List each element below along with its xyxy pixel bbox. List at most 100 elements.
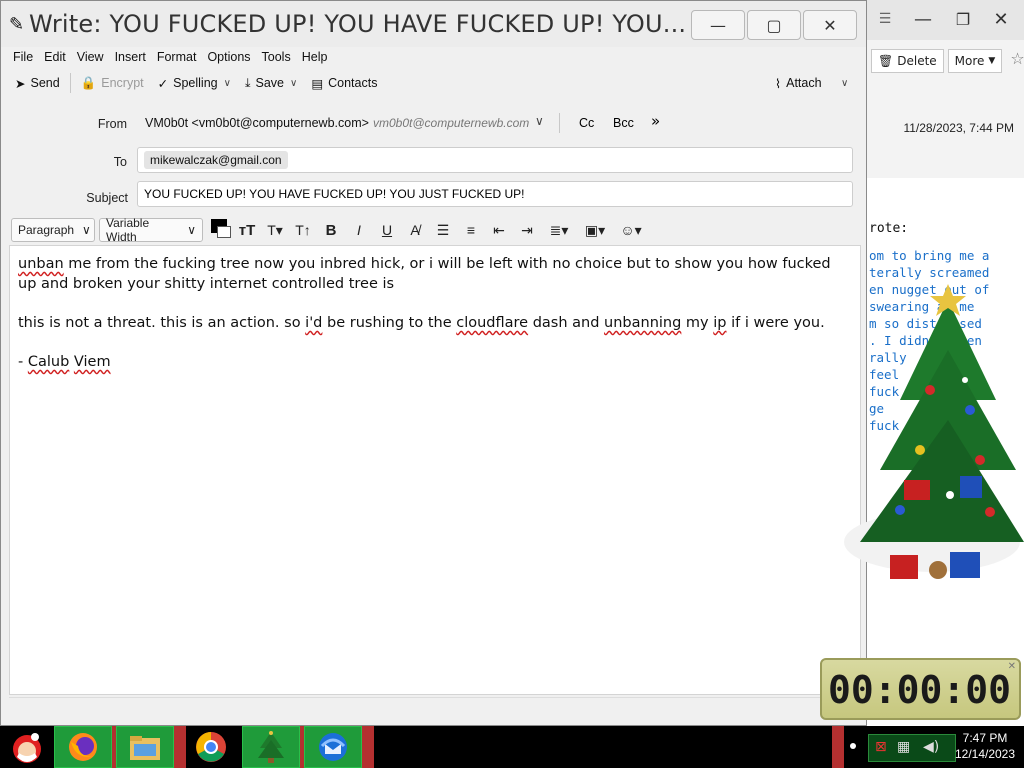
attach-dropdown-icon[interactable]: ∨	[841, 78, 848, 89]
spelling-dropdown-icon[interactable]: ∨	[224, 78, 231, 89]
bullet-list-icon[interactable]: ☰	[431, 218, 455, 242]
font-select[interactable]: Variable Width ∨	[99, 216, 203, 244]
body-paragraph: this is not a threat. this is an action.…	[18, 315, 825, 331]
encrypt-button[interactable]: 🔒 Encrypt	[81, 76, 144, 91]
send-icon: ➤	[15, 76, 26, 91]
more-recipients-icon[interactable]: »	[651, 112, 660, 130]
quote-line: om to bring me a	[869, 248, 990, 263]
quote-header: rote:	[869, 221, 909, 236]
menu-bar: File Edit View Insert Format Options Too…	[1, 47, 866, 67]
text-color-button[interactable]	[207, 218, 231, 242]
menu-insert[interactable]: Insert	[115, 50, 146, 64]
status-bar	[9, 697, 861, 719]
menu-view[interactable]: View	[77, 50, 104, 64]
taskbar: ⊠ ▦ ◀) 7:47 PM 12/14/2023	[0, 726, 1024, 768]
menu-file[interactable]: File	[13, 50, 33, 64]
volume-icon[interactable]: ◀)	[923, 739, 939, 755]
background-titlebar: ☰ — ❐ ✕	[867, 0, 1024, 40]
delete-button[interactable]: 🗑 Delete	[871, 49, 944, 73]
system-tray: ⊠ ▦ ◀) 7:47 PM 12/14/2023	[832, 726, 1024, 768]
taskbar-chrome[interactable]	[184, 726, 238, 768]
santa-icon	[13, 733, 41, 763]
message-body-editor[interactable]: unban me from the fucking tree now you i…	[9, 245, 861, 695]
send-button[interactable]: ➤ Send	[15, 76, 60, 91]
taskbar-tree-app[interactable]	[242, 726, 300, 768]
window-title: Write: YOU FUCKED UP! YOU HAVE FUCKED UP…	[29, 10, 687, 38]
star-icon[interactable]: ☆	[1010, 49, 1024, 73]
taskbar-clock[interactable]: 7:47 PM 12/14/2023	[950, 730, 1020, 762]
paragraph-select[interactable]: Paragraph ∨	[11, 218, 95, 242]
menu-help[interactable]: Help	[302, 50, 328, 64]
taskbar-firefox[interactable]	[54, 726, 112, 768]
header-separator	[559, 113, 560, 133]
menu-edit[interactable]: Edit	[44, 50, 66, 64]
remove-formatting-icon[interactable]: A̸	[403, 218, 427, 242]
subject-field[interactable]: YOU FUCKED UP! YOU HAVE FUCKED UP! YOU J…	[137, 181, 853, 207]
italic-icon[interactable]: I	[347, 218, 371, 242]
title-bar[interactable]: ✎ Write: YOU FUCKED UP! YOU HAVE FUCKED …	[1, 1, 866, 47]
chevron-down-icon: ∨	[187, 223, 196, 237]
from-alias: vm0b0t@computernewb.com	[373, 116, 530, 130]
spelling-button[interactable]: ✓ Spelling	[158, 76, 218, 91]
network-icon[interactable]: ▦	[897, 739, 910, 755]
minimize-icon[interactable]: —	[907, 4, 939, 34]
text-style-icon[interactable]: T↑	[291, 218, 315, 242]
menu-format[interactable]: Format	[157, 50, 197, 64]
attach-button[interactable]: ⌇ Attach	[775, 76, 822, 91]
emoji-icon[interactable]: ☺▾	[615, 218, 647, 242]
taskbar-thunderbird[interactable]	[304, 726, 362, 768]
save-button[interactable]: ⤓ Save	[245, 76, 284, 91]
folder-icon	[130, 736, 160, 760]
insert-image-icon[interactable]: ▣▾	[579, 218, 611, 242]
to-label: To	[113, 155, 127, 169]
taskbar-file-explorer[interactable]	[116, 726, 174, 768]
message-actions: 🗑 Delete More ▼ ☆	[871, 49, 1024, 73]
close-button[interactable]: ✕	[803, 10, 857, 40]
contacts-button[interactable]: ▤ Contacts	[311, 76, 377, 91]
menu-tools[interactable]: Tools	[262, 50, 291, 64]
more-button[interactable]: More ▼	[947, 49, 1003, 73]
outdent-icon[interactable]: ⇤	[487, 218, 511, 242]
chevron-down-icon: ▼	[988, 56, 996, 66]
to-field[interactable]: mikewalczak@gmail.con	[137, 147, 853, 173]
compose-toolbar: ➤ Send 🔒 Encrypt ✓ Spelling ∨ ⤓ Save ∨ ▤ Cont…	[1, 67, 866, 99]
subject-text: YOU FUCKED UP! YOU HAVE FUCKED UP! YOU J…	[144, 187, 525, 201]
trash-icon: 🗑	[878, 54, 894, 68]
chevron-down-icon: ∨	[82, 223, 91, 237]
message-date: 11/28/2023, 7:44 PM	[903, 121, 1014, 135]
minimize-button[interactable]: —	[691, 10, 745, 40]
recipient-pill[interactable]: mikewalczak@gmail.con	[144, 151, 288, 169]
taskbar-separator	[362, 726, 374, 768]
compose-window[interactable]: ✎ Write: YOU FUCKED UP! YOU HAVE FUCKED …	[0, 0, 867, 726]
signature: - Calub Viem	[18, 354, 111, 370]
numbered-list-icon[interactable]: ≡	[459, 218, 483, 242]
indent-icon[interactable]: ⇥	[515, 218, 539, 242]
spellcheck-icon: ✓	[157, 76, 169, 91]
maximize-icon: ▢	[766, 15, 782, 35]
start-button[interactable]	[4, 726, 50, 768]
save-dropdown-icon[interactable]: ∨	[290, 78, 297, 89]
from-identity[interactable]: VM0b0t <vm0b0t@computernewb.com>	[145, 116, 369, 130]
align-icon[interactable]: ≣▾	[543, 218, 575, 242]
tray-dot-icon	[850, 743, 856, 749]
christmas-tree-decoration[interactable]	[840, 280, 1024, 590]
menu-options[interactable]: Options	[207, 50, 250, 64]
larger-text-icon[interactable]: T▾	[263, 218, 287, 242]
countdown-timer-widget[interactable]: 00:00:00 ✕	[820, 658, 1021, 720]
cc-button[interactable]: Cc	[579, 116, 594, 130]
close-icon[interactable]: ✕	[1008, 661, 1016, 672]
maximize-button[interactable]: ▢	[747, 10, 801, 40]
tray-icons-area: ⊠ ▦ ◀)	[868, 734, 956, 762]
menu-icon[interactable]: ☰	[869, 4, 901, 34]
underline-icon[interactable]: U	[375, 218, 399, 242]
firefox-icon	[69, 733, 97, 761]
from-dropdown-icon[interactable]: ∨	[535, 114, 544, 128]
bcc-button[interactable]: Bcc	[613, 116, 634, 130]
smaller-text-icon[interactable]: ᴛT	[235, 218, 259, 242]
lock-icon: 🔒	[80, 75, 97, 90]
bold-icon[interactable]: B	[319, 218, 343, 242]
restore-icon[interactable]: ❐	[947, 4, 979, 34]
network-warning-icon[interactable]: ⊠	[875, 739, 887, 755]
toolbar-separator	[69, 73, 71, 93]
close-icon[interactable]: ✕	[985, 4, 1017, 34]
